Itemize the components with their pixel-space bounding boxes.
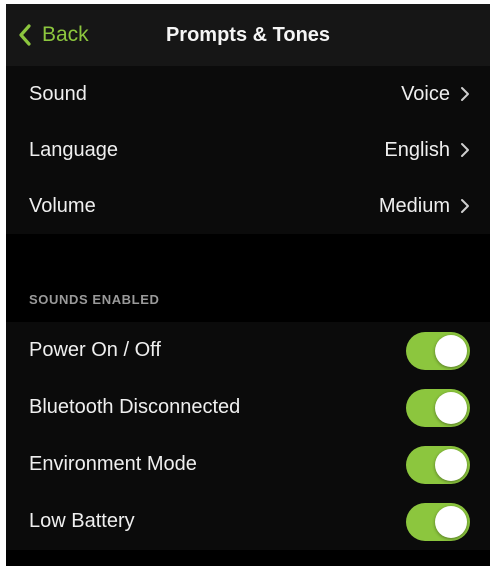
sounds-enabled-list: Power On / Off Bluetooth Disconnected En…	[6, 322, 490, 550]
setting-label: Sound	[29, 82, 87, 105]
setting-label: Language	[29, 138, 118, 161]
toggle-label: Power On / Off	[29, 339, 161, 361]
bluetooth-disconnected-toggle[interactable]	[406, 388, 470, 427]
toggle-label: Low Battery	[29, 510, 135, 532]
setting-value: English	[384, 138, 450, 161]
toggle-knob	[435, 505, 467, 538]
power-on-off-row: Power On / Off	[6, 322, 490, 379]
back-label: Back	[42, 23, 89, 46]
prompts-tones-screen: Back Prompts & Tones Sound Voice Languag…	[6, 4, 490, 566]
environment-mode-row: Environment Mode	[6, 436, 490, 493]
environment-mode-toggle[interactable]	[406, 445, 470, 484]
toggle-knob	[435, 448, 467, 481]
setting-value: Voice	[401, 82, 450, 105]
toggle-label: Bluetooth Disconnected	[29, 396, 241, 418]
low-battery-row: Low Battery	[6, 493, 490, 550]
chevron-right-icon	[460, 142, 470, 158]
low-battery-toggle[interactable]	[406, 502, 470, 541]
sound-setting-row[interactable]: Sound Voice	[6, 66, 490, 122]
chevron-left-icon	[18, 23, 32, 47]
chevron-right-icon	[460, 86, 470, 102]
bluetooth-disconnected-row: Bluetooth Disconnected	[6, 379, 490, 436]
setting-label: Volume	[29, 194, 96, 217]
power-on-off-toggle[interactable]	[406, 331, 470, 370]
language-setting-row[interactable]: Language English	[6, 122, 490, 178]
sounds-enabled-header: SOUNDS ENABLED	[29, 292, 160, 307]
setting-value: Medium	[378, 194, 450, 217]
navigation-bar: Back Prompts & Tones	[6, 4, 490, 67]
toggle-knob	[435, 334, 467, 367]
toggle-knob	[435, 391, 467, 424]
toggle-label: Environment Mode	[29, 453, 197, 475]
back-button[interactable]: Back	[18, 18, 89, 52]
chevron-right-icon	[460, 198, 470, 214]
settings-list: Sound Voice Language English Volume Medi…	[6, 66, 490, 234]
volume-setting-row[interactable]: Volume Medium	[6, 178, 490, 234]
